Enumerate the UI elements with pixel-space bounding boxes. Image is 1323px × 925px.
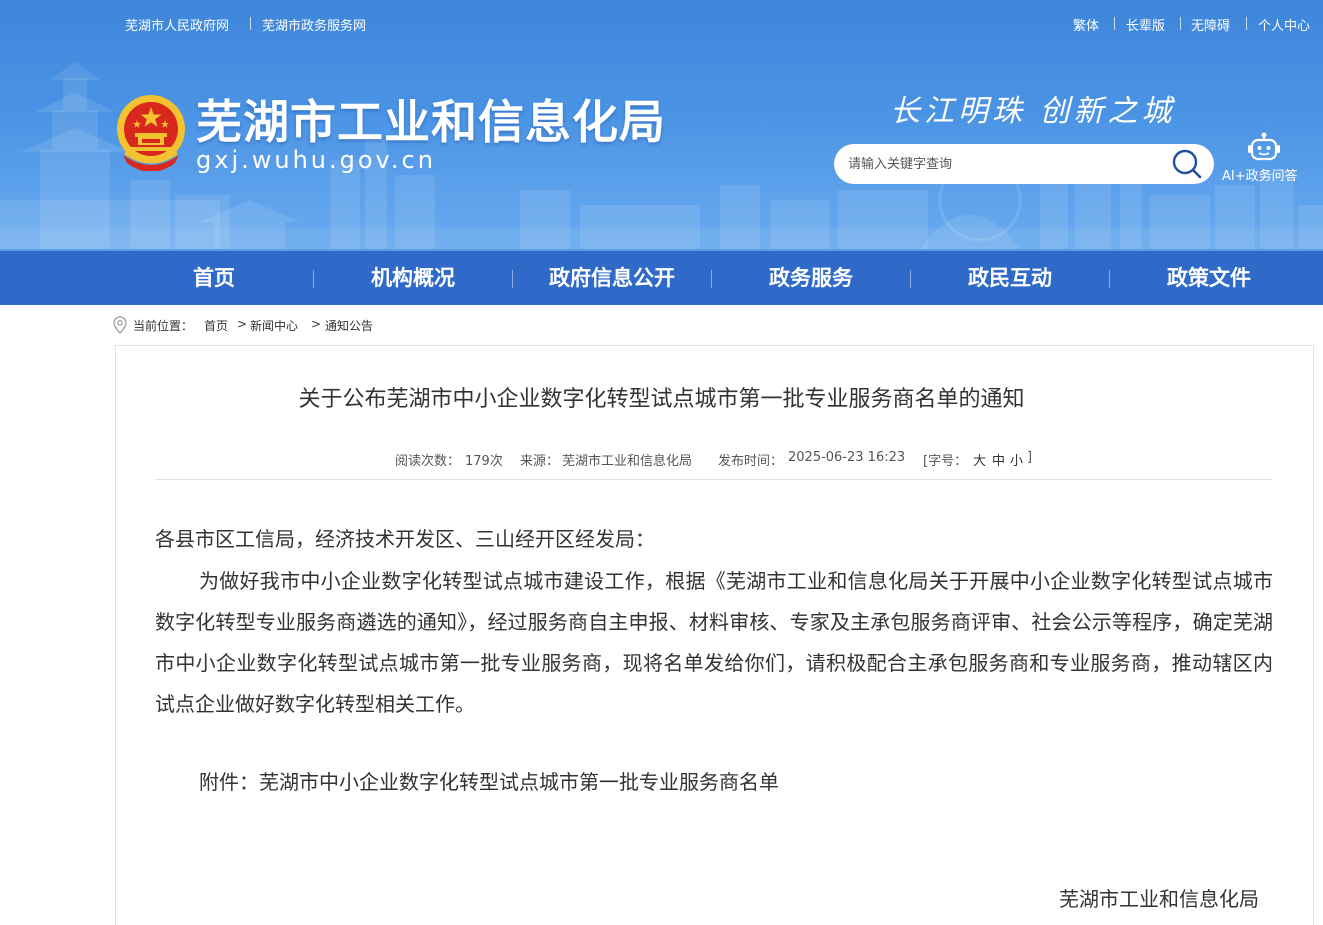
read-count-label: 阅读次数： (395, 454, 461, 469)
link-elderly-version[interactable]: 长辈版 (1126, 15, 1165, 34)
search-box (834, 144, 1214, 184)
nav-item-info-disclosure[interactable]: 政府信息公开 (512, 251, 712, 305)
link-traditional-chinese[interactable]: 繁体 (1073, 15, 1099, 34)
article-title-text: 关于公布芜湖市中小企业数字化转型试点城市第一批专业服务商名单的通知 (298, 387, 1025, 412)
nav-item-public-interaction[interactable]: 政民互动 (910, 251, 1110, 305)
national-emblem-icon (117, 95, 185, 171)
source-value: 芜湖市工业和信息化局 (562, 454, 693, 469)
nav-item-organization[interactable]: 机构概况 (313, 251, 513, 305)
font-size-label: [字号： (923, 454, 968, 469)
read-count-value: 179次 (465, 454, 503, 469)
top-link-divider (1114, 17, 1115, 30)
link-wuhu-services[interactable]: 芜湖市政务服务网 (262, 15, 366, 34)
font-size-close-bracket: ] (1027, 450, 1033, 465)
breadcrumb-separator: > (311, 317, 322, 331)
font-size-medium-button[interactable]: 中 (992, 450, 1005, 469)
nav-item-policy-documents[interactable]: 政策文件 (1109, 251, 1309, 305)
top-link-divider (1180, 17, 1181, 30)
article-title: 关于公布芜湖市中小企业数字化转型试点城市第一批专业服务商名单的通知 (0, 381, 1323, 413)
meta-divider (155, 479, 1273, 480)
ai-assistant-label[interactable]: AI+政务问答 (1222, 165, 1298, 184)
font-size-large-button[interactable]: 大 (973, 450, 986, 469)
source-label: 来源： (520, 454, 560, 469)
location-pin-icon (113, 316, 127, 334)
nav-item-home[interactable]: 首页 (114, 251, 314, 305)
top-link-divider (1246, 17, 1247, 30)
font-size-small-button[interactable]: 小 (1010, 450, 1023, 469)
search-icon[interactable] (1170, 148, 1204, 180)
breadcrumb-news-center[interactable]: 新闻中心 (250, 317, 298, 334)
article-attachment-link[interactable]: 附件：芜湖市中小企业数字化转型试点城市第一批专业服务商名单 (199, 766, 779, 795)
link-accessibility[interactable]: 无障碍 (1191, 15, 1230, 34)
site-header: 芜湖市人民政府网 芜湖市政务服务网 繁体 长辈版 无障碍 个人中心 芜湖市工业和… (0, 0, 1323, 249)
breadcrumb-notices[interactable]: 通知公告 (325, 317, 373, 334)
robot-icon[interactable] (1248, 132, 1280, 162)
breadcrumb-separator: > (237, 317, 248, 331)
breadcrumb-home[interactable]: 首页 (204, 317, 228, 334)
search-input[interactable] (848, 154, 1158, 174)
publish-time-label: 发布时间： (718, 454, 784, 469)
main-nav: 首页 机构概况 政府信息公开 政务服务 政民互动 政策文件 (0, 249, 1323, 305)
article-salutation: 各县市区工信局，经济技术开发区、三山经开区经发局： (155, 527, 655, 551)
publish-time-value: 2025-06-23 16:23 (788, 450, 906, 465)
article-signature: 芜湖市工业和信息化局 (1059, 887, 1259, 911)
breadcrumb-prefix: 当前位置： (133, 319, 194, 333)
nav-item-government-services[interactable]: 政务服务 (711, 251, 911, 305)
article-body-paragraph: 为做好我市中小企业数字化转型试点城市建设工作，根据《芜湖市工业和信息化局关于开展… (155, 569, 1273, 716)
site-domain: gxj.wuhu.gov.cn (196, 146, 436, 174)
top-link-divider (250, 17, 251, 30)
link-wuhu-government[interactable]: 芜湖市人民政府网 (125, 15, 229, 34)
page: { "top_links_left": ["芜湖市人民政府网", "芜湖市政务服… (0, 0, 1323, 925)
link-personal-center[interactable]: 个人中心 (1258, 15, 1310, 34)
site-slogan: 长江明珠 创新之城 (890, 94, 1176, 129)
site-title[interactable]: 芜湖市工业和信息化局 (196, 86, 666, 152)
